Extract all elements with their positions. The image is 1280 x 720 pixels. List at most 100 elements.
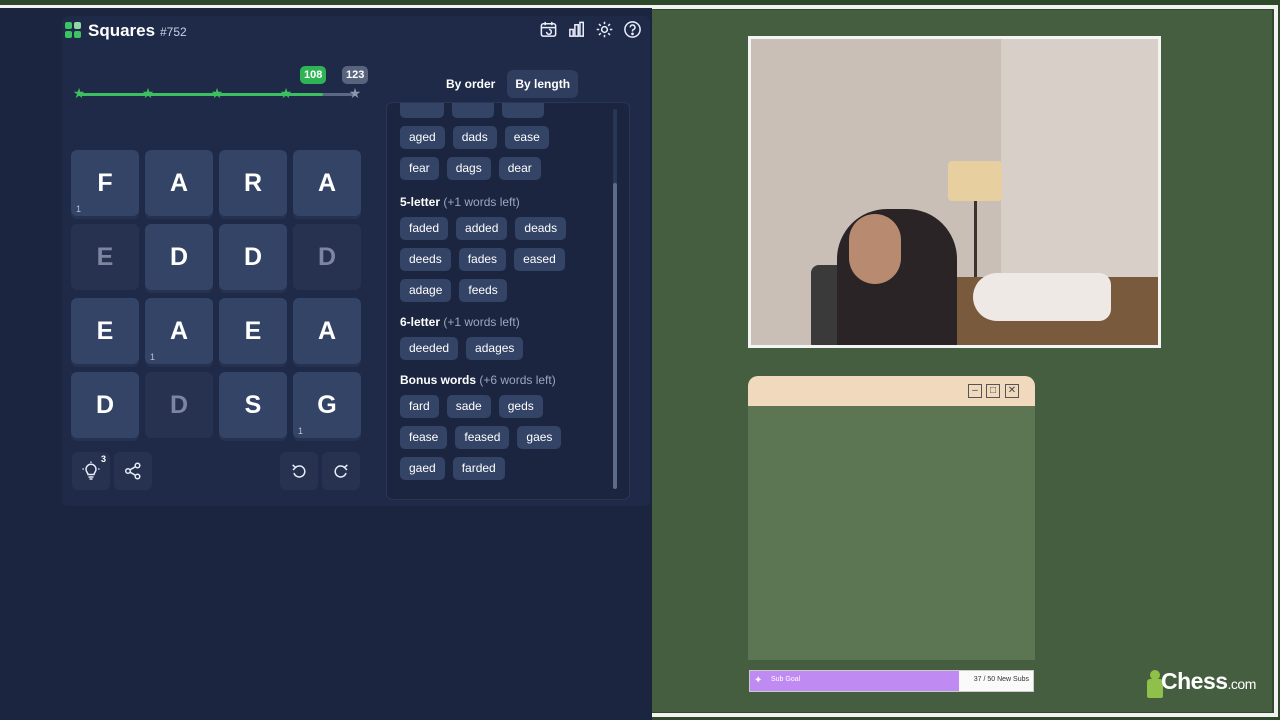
letter-tile[interactable]: D xyxy=(145,224,213,290)
word-chip[interactable]: adage xyxy=(400,279,452,302)
chat-titlebar: – □ ✕ xyxy=(748,376,1035,406)
word-chip xyxy=(400,103,444,118)
tile-letter: D xyxy=(169,391,189,419)
sub-goal-bar: ✦ Sub Goal 37 / 50 New Subs xyxy=(749,670,1034,692)
six-letter-section: 6-letter (+1 words left) deeded adages xyxy=(400,315,600,368)
max-score-badge: 123 xyxy=(342,66,369,84)
tile-letter: F xyxy=(97,169,113,197)
tile-letter: E xyxy=(244,317,262,345)
letter-tile[interactable]: D xyxy=(145,372,213,438)
word-chip[interactable]: dear xyxy=(498,157,541,180)
milestone-star-icon: ★ xyxy=(210,85,224,101)
close-icon[interactable]: ✕ xyxy=(1005,384,1019,398)
word-chip[interactable]: faded xyxy=(400,217,449,240)
word-chip[interactable]: gaes xyxy=(517,426,562,449)
word-chip[interactable]: adages xyxy=(466,337,524,360)
letter-tile[interactable]: E xyxy=(71,224,139,290)
word-chip[interactable]: added xyxy=(456,217,508,240)
word-chip[interactable]: ease xyxy=(504,126,549,149)
word-chip[interactable]: deeds xyxy=(400,248,451,271)
word-chip[interactable]: deeded xyxy=(400,337,459,360)
six-letter-words: deeded adages xyxy=(400,337,600,368)
letter-tile[interactable]: D xyxy=(219,224,287,290)
tile-count: 1 xyxy=(298,426,304,436)
word-chip xyxy=(452,103,494,118)
rotate-left-button[interactable] xyxy=(280,452,318,490)
milestone-star-icon: ★ xyxy=(72,85,86,101)
maximize-icon[interactable]: □ xyxy=(986,384,1000,398)
letter-tile[interactable]: D xyxy=(71,372,139,438)
word-chip[interactable]: deads xyxy=(515,217,567,240)
webcam-feed xyxy=(748,36,1161,348)
help-icon[interactable] xyxy=(623,20,642,39)
sub-goal-count: 37 / 50 New Subs xyxy=(973,676,1029,683)
letter-tile[interactable]: G1 xyxy=(293,372,361,438)
tab-by-order[interactable]: By order xyxy=(438,70,503,98)
word-chip[interactable]: gaed xyxy=(400,457,445,480)
section-title: 5-letter (+1 words left) xyxy=(400,195,520,209)
tile-letter: D xyxy=(317,243,337,271)
letter-tile[interactable]: A xyxy=(293,298,361,364)
letter-tile[interactable]: R xyxy=(219,150,287,216)
cat xyxy=(973,273,1111,321)
chat-window: – □ ✕ xyxy=(748,376,1035,660)
letter-tile[interactable]: E xyxy=(219,298,287,364)
tile-letter: R xyxy=(243,169,263,197)
tile-letter: A xyxy=(317,317,337,345)
rotate-right-button[interactable] xyxy=(322,452,360,490)
game-card: Squares #752 ★ ★ ★ ★ ★ 108 123 F 1 A R A… xyxy=(62,16,650,506)
tile-letter: D xyxy=(95,391,115,419)
word-chip[interactable]: feeds xyxy=(459,279,507,302)
lamp xyxy=(948,161,1002,201)
four-letter-words: aged dads ease fear dags dear xyxy=(400,126,600,188)
word-chip[interactable]: aged xyxy=(400,126,445,149)
tab-by-length[interactable]: By length xyxy=(507,70,579,98)
word-chip[interactable]: sade xyxy=(446,395,491,418)
tile-letter: G xyxy=(317,391,337,419)
streamer-face xyxy=(849,214,901,284)
word-chip[interactable]: fard xyxy=(400,395,439,418)
letter-grid: F1ARAEDDDEA1EADDSG1 xyxy=(71,150,367,446)
hint-button[interactable]: 3 xyxy=(72,452,110,490)
hint-count: 3 xyxy=(100,454,106,464)
word-chip[interactable]: farded xyxy=(452,457,505,480)
four-letter-section: aged dads ease fear dags dear xyxy=(400,126,600,188)
section-title: 6-letter (+1 words left) xyxy=(400,315,520,329)
calendar-repeat-icon[interactable] xyxy=(539,20,558,39)
squares-logo-icon xyxy=(65,22,81,38)
found-words-list[interactable]: aged dads ease fear dags dear 5-letter (+1 wo… xyxy=(386,102,630,500)
section-title: Bonus words (+6 words left) xyxy=(400,373,556,387)
word-chip[interactable]: dags xyxy=(446,157,491,180)
word-chip[interactable]: eased xyxy=(514,248,565,271)
tile-letter: D xyxy=(243,243,263,271)
letter-tile[interactable]: E xyxy=(71,298,139,364)
letter-tile[interactable]: D xyxy=(293,224,361,290)
word-chip[interactable]: dads xyxy=(452,126,497,149)
tile-letter: A xyxy=(169,169,189,197)
word-list-scroll-thumb[interactable] xyxy=(613,183,617,489)
star-icon: ✦ xyxy=(754,675,763,686)
header-icons xyxy=(539,20,642,39)
letter-tile[interactable]: S xyxy=(219,372,287,438)
letter-tile[interactable]: A xyxy=(145,150,213,216)
puzzle-number: #752 xyxy=(160,25,187,39)
milestone-star-icon: ★ xyxy=(279,85,293,101)
stats-icon[interactable] xyxy=(567,20,586,39)
word-chip[interactable]: fades xyxy=(458,248,507,271)
word-chip[interactable]: feased xyxy=(455,426,510,449)
word-chip xyxy=(502,103,544,118)
word-chip[interactable]: fear xyxy=(400,157,439,180)
word-chip[interactable]: geds xyxy=(498,395,543,418)
tile-letter: E xyxy=(96,243,114,271)
sort-tabs: By order By length xyxy=(438,70,579,98)
final-star-icon: ★ xyxy=(348,85,362,101)
share-button[interactable] xyxy=(114,452,152,490)
letter-tile[interactable]: A xyxy=(293,150,361,216)
settings-icon[interactable] xyxy=(595,20,614,39)
minimize-icon[interactable]: – xyxy=(968,384,982,398)
letter-tile[interactable]: F1 xyxy=(71,150,139,216)
word-chip[interactable]: fease xyxy=(400,426,448,449)
milestone-star-icon: ★ xyxy=(141,85,155,101)
squares-game-panel: Squares #752 ★ ★ ★ ★ ★ 108 123 F 1 A R A… xyxy=(0,8,652,720)
letter-tile[interactable]: A1 xyxy=(145,298,213,364)
